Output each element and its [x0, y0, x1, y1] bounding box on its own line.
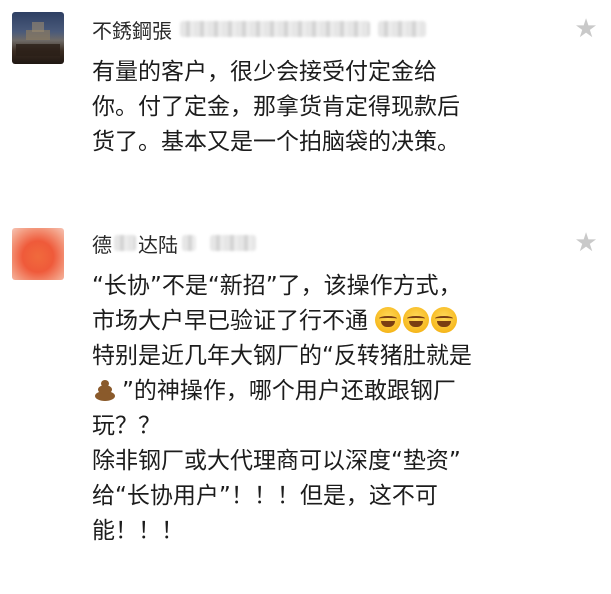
comment-line: 特别是近几年大钢厂的“反转猪肚就是 [92, 343, 472, 369]
poop-emoji [92, 378, 118, 402]
comment-text: “长协”不是“新招”了，该操作方式， 市场大户早已验证了行不通 特别是近几年大钢… [92, 269, 592, 549]
commenter-name-mid[interactable]: 达陆 [138, 229, 178, 258]
blurred-name-part [182, 235, 196, 251]
blurred-name-suffix [180, 21, 370, 37]
comment-line: 玩？？ [92, 413, 161, 439]
comment-line: 能！！！ [92, 518, 184, 544]
laughing-tears-emoji [403, 307, 430, 333]
star-icon[interactable]: ★ [573, 230, 599, 256]
comment-line: 给“长协用户”！！！但是，这不可 [92, 483, 438, 509]
comment-line-with-emoji: 市场大户早已验证了行不通 [92, 304, 592, 339]
comment-line: 货了。基本又是一个拍脑袋的决策。 [92, 129, 460, 155]
blurred-timestamp [378, 21, 426, 37]
blurred-timestamp [210, 235, 256, 251]
blurred-name-part [114, 235, 136, 251]
comment-line-text: 市场大户早已验证了行不通 [92, 308, 368, 334]
avatar[interactable] [12, 228, 64, 280]
comment-line-text: ”的神操作，哪个用户还敢跟钢厂 [122, 378, 456, 404]
comment-line: 除非钢厂或大代理商可以深度“垫资” [92, 448, 461, 474]
commenter-name[interactable]: 不銹鋼張 [92, 15, 172, 44]
comment-line: 你。付了定金，那拿货肯定得现款后 [92, 94, 460, 120]
comment-line-with-emoji: ”的神操作，哪个用户还敢跟钢厂 [92, 374, 592, 409]
comment-header: 不銹鋼張 [92, 14, 426, 44]
comment-text: 有量的客户，很少会接受付定金给 你。付了定金，那拿货肯定得现款后 货了。基本又是… [92, 55, 592, 160]
avatar[interactable] [12, 12, 64, 64]
laughing-tears-emoji [431, 307, 458, 333]
star-icon[interactable]: ★ [573, 16, 599, 42]
comment-line: 有量的客户，很少会接受付定金给 [92, 59, 437, 85]
comment-header: 德 达陆 [92, 228, 256, 258]
laughing-tears-emoji [375, 307, 402, 333]
comment-line: “长协”不是“新招”了，该操作方式， [92, 273, 462, 299]
commenter-name-prefix[interactable]: 德 [92, 229, 112, 258]
